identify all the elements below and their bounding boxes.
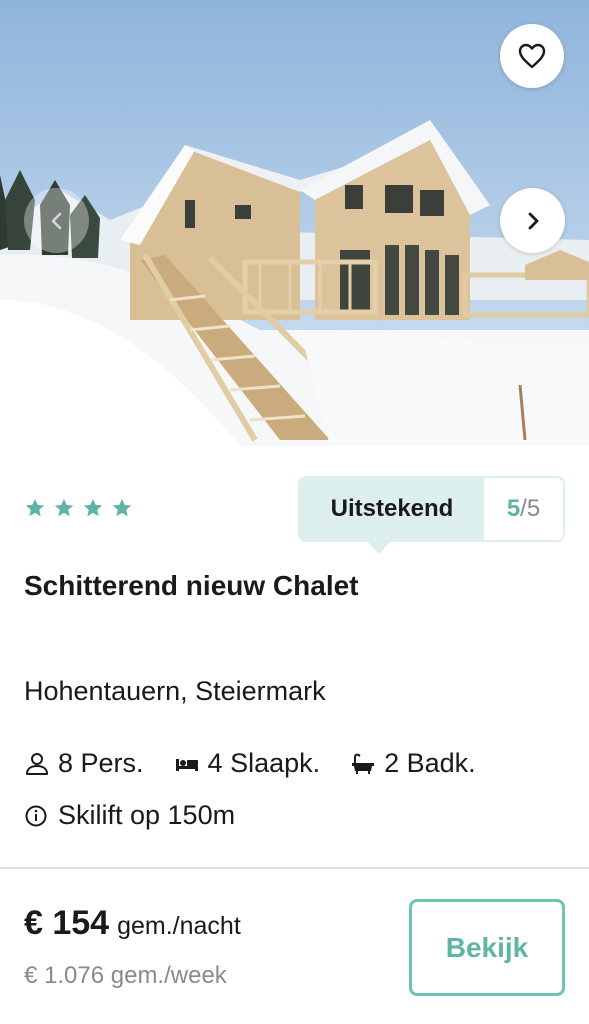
feature-bathrooms: 2 Badk. [350, 748, 476, 779]
listing-title[interactable]: Schitterend nieuw Chalet [24, 570, 359, 602]
rating-badge: Uitstekend 5/5 [298, 476, 565, 554]
price-amount: € 154 [24, 904, 110, 942]
listing-location: Hohentauern, Steiermark [24, 676, 326, 706]
price-per-week: € 1.076 gem./week [24, 962, 227, 989]
rating-pointer [366, 540, 392, 554]
chalet-photo[interactable] [0, 0, 589, 446]
rating-score: 5/5 [484, 478, 563, 540]
view-button[interactable]: Bekijk [409, 899, 565, 996]
divider [0, 867, 589, 869]
price-per-night: gem./nacht [117, 912, 241, 940]
star-icon [83, 498, 103, 517]
feature-list: 8 Pers. 4 Slaapk. 2 Badk. [24, 748, 506, 779]
feature-persons: 8 Pers. [24, 748, 144, 779]
skilift-label: Skilift op 150m [58, 800, 236, 830]
star-icon [112, 498, 132, 517]
feature-persons-label: 8 Pers. [58, 748, 144, 778]
favorite-button[interactable] [500, 24, 564, 88]
chevron-right-icon [528, 212, 538, 229]
star-icon [54, 498, 74, 517]
next-photo-button[interactable] [500, 188, 565, 253]
rating-label: Uitstekend [300, 478, 484, 554]
chevron-left-icon [51, 212, 61, 229]
info-icon [25, 805, 47, 826]
feature-bathrooms-label: 2 Badk. [384, 748, 476, 778]
rating-score-value: 5 [506, 495, 521, 522]
heart-icon [518, 43, 546, 69]
rating-score-max: /5 [520, 495, 541, 522]
star-rating [24, 497, 133, 519]
star-icon [25, 498, 45, 517]
feature-bedrooms-label: 4 Slaapk. [207, 748, 321, 778]
rating-label-text: Uitstekend [330, 495, 454, 522]
previous-photo-button[interactable] [24, 188, 89, 253]
feature-skilift: Skilift op 150m [24, 800, 235, 831]
price-row: € 154 gem./nacht [24, 904, 241, 943]
feature-bedrooms: 4 Slaapk. [174, 748, 321, 779]
bed-icon [175, 758, 198, 771]
person-icon [26, 752, 48, 775]
bathtub-icon [352, 753, 375, 774]
